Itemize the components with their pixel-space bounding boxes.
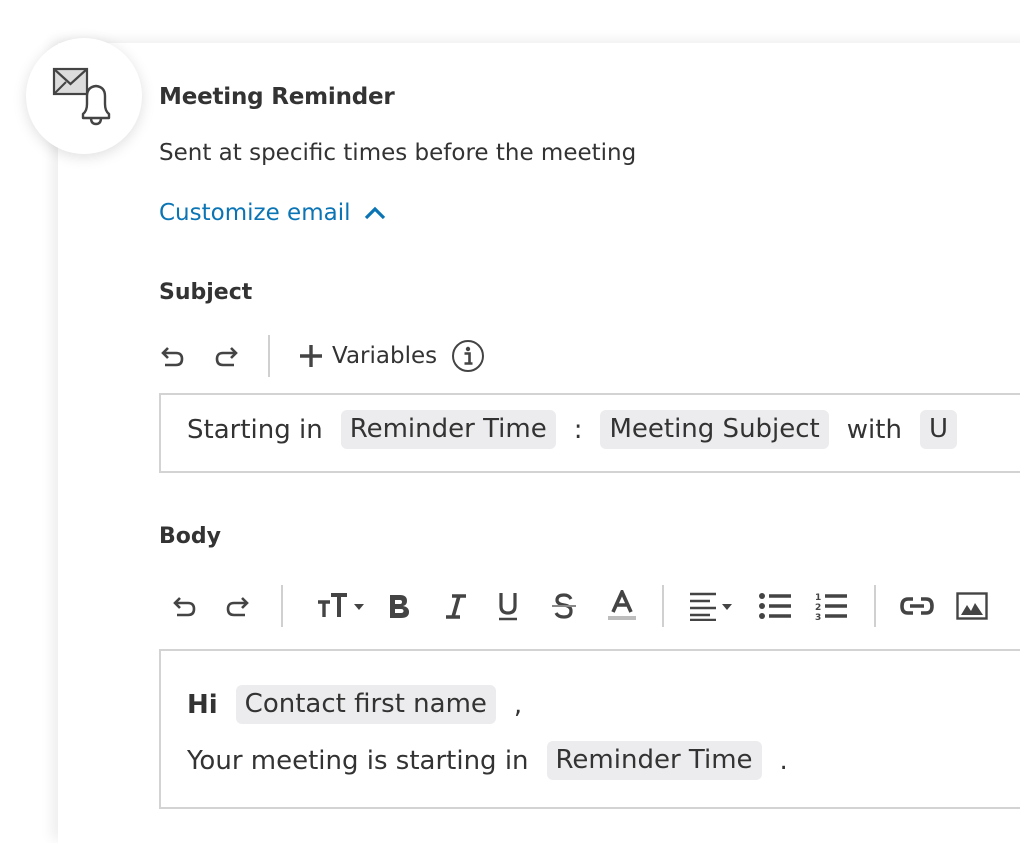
body-undo-button[interactable] <box>171 595 199 617</box>
numbered-list-icon: 1 2 3 <box>815 593 847 621</box>
subject-undo-button[interactable] <box>159 345 187 367</box>
subject-text-with: with <box>846 414 902 445</box>
italic-button[interactable] <box>444 592 468 620</box>
body-line-message: Your meeting is starting in Reminder Tim… <box>187 741 788 780</box>
font-size-button[interactable] <box>316 592 368 620</box>
undo-icon <box>161 347 184 367</box>
image-icon <box>956 592 988 620</box>
customize-email-toggle[interactable]: Customize email <box>159 200 386 226</box>
variable-chip-meeting-subject[interactable]: Meeting Subject <box>600 410 829 449</box>
variables-label: Variables <box>332 343 438 369</box>
bulleted-list-button[interactable] <box>758 592 792 620</box>
chevron-up-icon <box>365 206 386 220</box>
subject-toolbar: Variables <box>159 335 485 377</box>
redo-icon <box>226 597 249 617</box>
bulleted-list-icon <box>759 593 791 619</box>
text-color-button[interactable] <box>606 590 638 622</box>
body-editor[interactable]: Hi Contact first name , Your meeting is … <box>159 649 1020 809</box>
variable-chip-reminder-time[interactable]: Reminder Time <box>546 741 762 780</box>
body-line-greeting: Hi Contact first name , <box>187 685 522 724</box>
body-redo-button[interactable] <box>223 595 251 617</box>
body-greeting: Hi <box>187 689 218 720</box>
subject-separator: : <box>573 414 583 445</box>
reminder-avatar <box>26 38 142 154</box>
italic-icon <box>446 594 466 619</box>
toolbar-divider <box>268 335 270 377</box>
toolbar-divider <box>662 585 664 627</box>
strikethrough-button[interactable] <box>550 592 578 620</box>
subject-redo-button[interactable] <box>212 345 240 367</box>
font-size-icon <box>318 593 364 617</box>
variables-button[interactable]: Variables <box>298 343 437 369</box>
link-button[interactable] <box>900 596 934 616</box>
reminder-title: Meeting Reminder <box>159 84 395 110</box>
redo-icon <box>215 347 238 367</box>
envelope-bell-icon <box>52 67 110 126</box>
variable-chip-contact-first-name[interactable]: Contact first name <box>235 685 496 724</box>
bold-button[interactable] <box>386 592 412 620</box>
svg-text:2: 2 <box>815 603 821 613</box>
body-label: Body <box>159 524 221 549</box>
link-icon <box>900 597 934 615</box>
image-button[interactable] <box>956 592 988 620</box>
subject-content: Starting in Reminder Time : Meeting Subj… <box>187 410 957 449</box>
svg-text:1: 1 <box>815 593 821 603</box>
subject-input[interactable]: Starting in Reminder Time : Meeting Subj… <box>159 393 1020 473</box>
variable-chip-reminder-time[interactable]: Reminder Time <box>340 410 556 449</box>
body-message-text: Your meeting is starting in <box>187 745 529 776</box>
svg-text:3: 3 <box>815 613 821 621</box>
subject-text-starting: Starting in <box>187 414 323 445</box>
plus-icon <box>300 345 322 367</box>
bold-icon <box>390 595 409 618</box>
align-icon <box>690 592 732 621</box>
info-icon <box>452 340 485 372</box>
numbered-list-button[interactable]: 1 2 3 <box>814 591 848 621</box>
undo-icon <box>173 597 196 617</box>
text-color-icon <box>608 590 636 620</box>
body-comma: , <box>513 689 523 720</box>
strikethrough-icon <box>552 593 576 619</box>
variable-chip-truncated[interactable]: U <box>919 410 957 449</box>
toolbar-divider <box>281 585 283 627</box>
customize-email-label: Customize email <box>159 200 351 226</box>
underline-button[interactable] <box>496 591 520 621</box>
variables-info-button[interactable] <box>451 339 485 373</box>
body-period: . <box>779 745 788 776</box>
body-toolbar: 1 2 3 <box>159 584 988 628</box>
align-button[interactable] <box>688 591 740 621</box>
subject-label: Subject <box>159 280 253 305</box>
toolbar-divider <box>874 585 876 627</box>
underline-icon <box>499 593 517 621</box>
reminder-description: Sent at specific times before the meetin… <box>159 140 637 166</box>
